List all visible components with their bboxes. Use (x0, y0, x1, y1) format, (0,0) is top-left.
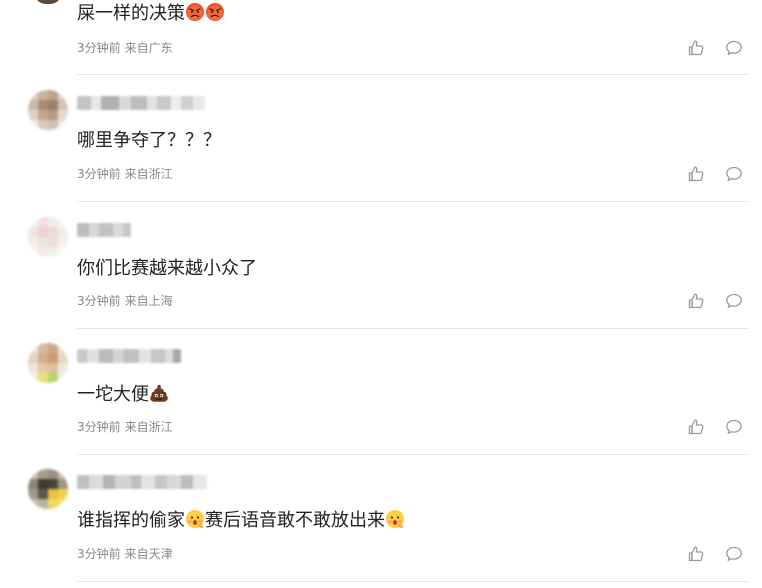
comment-item: 谁指挥的偷家 赛后语音敢不敢放出来 3分钟前 来自天津 (0, 455, 762, 588)
username[interactable] (77, 223, 131, 237)
comment-location: 来自天津 (124, 547, 173, 561)
like-icon[interactable] (687, 545, 705, 563)
comment-meta: 3分钟前 来自广东 (77, 40, 173, 56)
comment-meta: 3分钟前 来自浙江 (77, 166, 173, 182)
divider (77, 581, 749, 582)
avatar[interactable] (34, 0, 62, 4)
avatar[interactable] (28, 469, 68, 509)
comment-text: 你们比赛越来越小众了 (77, 258, 257, 279)
comment-meta: 3分钟前 来自上海 (77, 293, 173, 309)
comment-item: 屎一样的决策 3分钟前 来自广东 (0, 0, 762, 75)
comment-text: 谁指挥的偷家 赛后语音敢不敢放出来 (77, 508, 405, 534)
comment-item: 哪里争夺了？？？ 3分钟前 来自浙江 (0, 75, 762, 202)
reply-icon[interactable] (725, 165, 743, 183)
comment-location: 来自浙江 (124, 420, 173, 434)
comment-time: 3分钟前 (77, 420, 121, 434)
like-icon[interactable] (687, 165, 705, 183)
username[interactable] (77, 349, 181, 363)
reply-icon[interactable] (725, 545, 743, 563)
comment-text: 屎一样的决策 (77, 1, 225, 27)
comment-location: 来自浙江 (124, 167, 173, 181)
username[interactable] (77, 96, 205, 110)
poop-icon (149, 383, 169, 403)
surprised-face-icon (385, 509, 405, 529)
comment-time: 3分钟前 (77, 547, 121, 561)
angry-face-icon (185, 2, 205, 22)
like-icon[interactable] (687, 292, 705, 310)
comment-text: 一坨大便 (77, 382, 169, 408)
reply-icon[interactable] (725, 39, 743, 57)
comment-time: 3分钟前 (77, 294, 121, 308)
comment-text: 哪里争夺了？？？ (77, 130, 221, 151)
angry-face-icon (205, 2, 225, 22)
reply-icon[interactable] (725, 418, 743, 436)
comment-time: 3分钟前 (77, 167, 121, 181)
reply-icon[interactable] (725, 292, 743, 310)
avatar[interactable] (28, 343, 68, 383)
avatar[interactable] (28, 90, 68, 130)
like-icon[interactable] (687, 39, 705, 57)
like-icon[interactable] (687, 418, 705, 436)
comment-meta: 3分钟前 来自天津 (77, 546, 173, 562)
comment-time: 3分钟前 (77, 41, 121, 55)
comment-item: 你们比赛越来越小众了 3分钟前 来自上海 (0, 202, 762, 329)
surprised-face-icon (185, 509, 205, 529)
avatar[interactable] (28, 217, 68, 257)
comment-location: 来自上海 (124, 294, 173, 308)
username[interactable] (77, 475, 207, 489)
comment-meta: 3分钟前 来自浙江 (77, 419, 173, 435)
comment-location: 来自广东 (124, 41, 173, 55)
comment-item: 一坨大便 3分钟前 来自浙江 (0, 329, 762, 455)
